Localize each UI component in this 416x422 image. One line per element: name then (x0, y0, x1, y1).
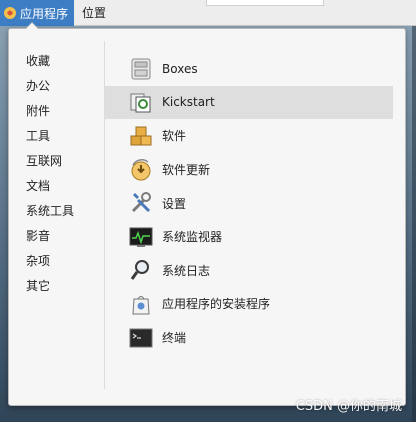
software-icon (128, 123, 154, 149)
app-item-boxes[interactable]: Boxes (105, 52, 393, 86)
app-label-software-update: 软件更新 (162, 163, 211, 178)
app-label-system-log: 系统日志 (162, 263, 211, 278)
watermark: CSDN @你的南城 (295, 399, 402, 414)
category-documents[interactable]: 文档 (26, 174, 106, 199)
settings-icon (128, 190, 154, 216)
app-label-system-monitor: 系统监视器 (162, 230, 223, 245)
app-item-kickstart[interactable]: Kickstart (105, 85, 393, 120)
system-monitor-icon (128, 224, 154, 250)
distro-logo-icon (4, 7, 16, 19)
top-panel: 应用程序 位置 (0, 0, 416, 26)
app-item-system-monitor[interactable]: 系统监视器 (105, 220, 393, 254)
app-label-boxes: Boxes (162, 61, 198, 76)
software-update-icon (128, 157, 154, 183)
app-item-settings[interactable]: 设置 (105, 186, 393, 220)
app-item-app-installer[interactable]: 应用程序的安装程序 (105, 287, 393, 321)
app-installer-icon (128, 291, 154, 317)
places-menu[interactable]: 位置 (82, 0, 106, 26)
system-log-icon (128, 257, 154, 283)
category-office[interactable]: 办公 (26, 74, 106, 99)
app-item-software-update[interactable]: 软件更新 (105, 153, 393, 187)
category-sound-video[interactable]: 影音 (26, 224, 106, 249)
app-item-terminal[interactable]: 终端 (105, 321, 393, 355)
category-system-tools[interactable]: 系统工具 (26, 199, 106, 224)
category-utilities[interactable]: 工具 (26, 124, 106, 149)
window-tab-strip (206, 0, 324, 6)
category-list: 收藏 办公 附件 工具 互联网 文档 系统工具 影音 杂项 其它 (26, 49, 106, 299)
category-accessories[interactable]: 附件 (26, 99, 106, 124)
app-label-settings: 设置 (162, 196, 187, 211)
kickstart-icon (128, 89, 154, 115)
applications-popup: 收藏 办公 附件 工具 互联网 文档 系统工具 影音 杂项 其它 Boxes K… (8, 22, 406, 406)
app-item-software[interactable]: 软件 (105, 119, 393, 153)
category-internet[interactable]: 互联网 (26, 149, 106, 174)
app-list: Boxes Kickstart 软件 软件更新 设置 系统监视器 系统日志 应用… (105, 52, 393, 354)
category-favorites[interactable]: 收藏 (26, 49, 106, 74)
app-label-app-installer: 应用程序的安装程序 (162, 297, 271, 312)
category-sundry[interactable]: 杂项 (26, 249, 106, 274)
boxes-icon (128, 56, 154, 82)
terminal-icon (128, 325, 154, 351)
app-label-terminal: 终端 (162, 331, 187, 346)
app-label-software: 软件 (162, 129, 187, 144)
category-other[interactable]: 其它 (26, 274, 106, 299)
app-item-system-log[interactable]: 系统日志 (105, 254, 393, 288)
screen-edge (412, 26, 416, 422)
app-label-kickstart: Kickstart (162, 95, 215, 110)
applications-menu-label: 应用程序 (20, 6, 69, 21)
